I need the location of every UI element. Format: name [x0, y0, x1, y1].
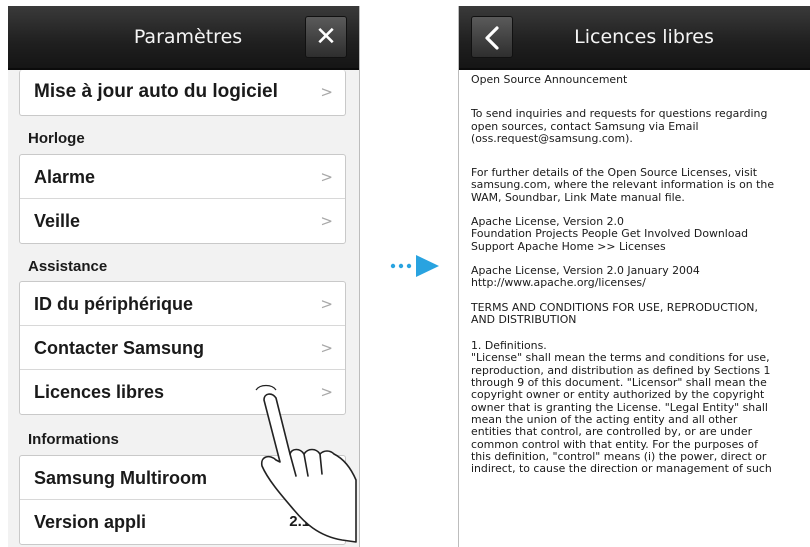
doc-paragraph: Open Source Announcement	[471, 73, 628, 86]
settings-item-device-id[interactable]: ID du périphérique >	[20, 282, 345, 326]
page-title: Licences libres	[574, 26, 714, 48]
card-software-update: Mise à jour auto du logiciel >	[19, 70, 346, 116]
close-icon: ✕	[315, 22, 337, 52]
settings-item-veille[interactable]: Veille >	[20, 199, 345, 243]
arrow-dot	[406, 263, 412, 269]
back-chevron-icon	[485, 26, 499, 50]
chevron-right-icon: >	[320, 339, 333, 357]
doc-paragraph: Apache License, Version 2.0 Foundation P…	[471, 215, 749, 253]
chevron-right-icon: >	[320, 295, 333, 313]
settings-item-auto-update[interactable]: Mise à jour auto du logiciel >	[20, 70, 345, 115]
settings-item-label: ID du périphérique	[34, 294, 194, 314]
settings-item-label: Veille	[34, 211, 81, 231]
doc-paragraph: To send inquiries and requests for quest…	[471, 107, 768, 145]
settings-item-label: Alarme	[34, 167, 96, 187]
section-label-informations: Informations	[28, 431, 119, 448]
back-button[interactable]	[471, 16, 513, 58]
tap-hand-outline	[260, 393, 357, 543]
doc-paragraph: 1. Definitions. "License" shall mean the…	[471, 339, 772, 476]
settings-item-label: Samsung Multiroom	[34, 468, 208, 488]
doc-paragraph: For further details of the Open Source L…	[471, 166, 775, 204]
settings-item-label: Version appli	[34, 512, 147, 532]
licenses-header: Licences libres	[459, 6, 810, 70]
arrow-head	[416, 255, 439, 277]
settings-item-alarme[interactable]: Alarme >	[20, 155, 345, 199]
close-button[interactable]: ✕	[305, 16, 347, 58]
settings-header: Paramètres ✕	[8, 6, 359, 70]
settings-screen: Paramètres ✕ Mise à jour auto du logicie…	[8, 6, 360, 547]
tap-hand-icon	[255, 384, 357, 543]
transition-arrow-icon	[390, 255, 439, 277]
doc-paragraph: Apache License, Version 2.0 January 2004…	[471, 263, 700, 290]
page-title: Paramètres	[133, 26, 243, 48]
section-label-assistance: Assistance	[28, 258, 108, 275]
settings-item-label: Contacter Samsung	[34, 338, 205, 358]
arrow-dot	[398, 263, 404, 269]
doc-paragraph: TERMS AND CONDITIONS FOR USE, REPRODUCTI…	[471, 300, 758, 326]
license-document: Open Source Announcement To send inquiri…	[471, 72, 810, 475]
tap-ripple	[255, 384, 277, 391]
licenses-screen: Licences libres Open Source Announcement…	[458, 6, 810, 547]
chevron-right-icon: >	[320, 212, 333, 230]
settings-item-label: Mise à jour auto du logiciel	[34, 81, 278, 102]
chevron-right-icon: >	[320, 168, 333, 186]
settings-item-label: Licences libres	[34, 382, 165, 402]
card-horloge: Alarme > Veille >	[19, 154, 346, 244]
chevron-right-icon: >	[320, 83, 333, 101]
arrow-dot	[390, 263, 396, 269]
settings-item-contact-samsung[interactable]: Contacter Samsung >	[20, 326, 345, 370]
section-label-horloge: Horloge	[28, 130, 85, 147]
